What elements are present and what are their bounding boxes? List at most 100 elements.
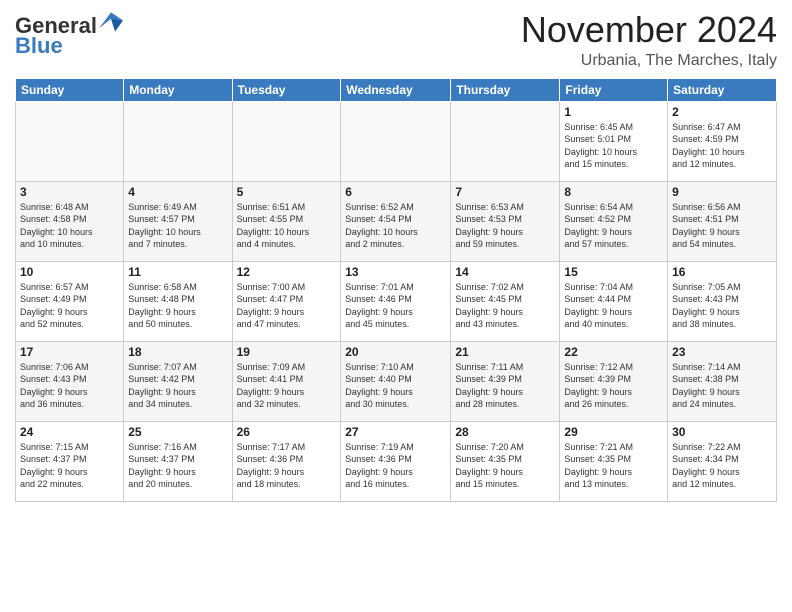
table-row: 19 Sunrise: 7:09 AM Sunset: 4:41 PM Dayli… bbox=[232, 341, 341, 421]
day-number: 9 bbox=[672, 185, 772, 199]
day-info: Sunrise: 7:11 AM Sunset: 4:39 PM Dayligh… bbox=[455, 361, 555, 411]
day-info: Sunrise: 6:51 AM Sunset: 4:55 PM Dayligh… bbox=[237, 201, 337, 251]
day-number: 22 bbox=[564, 345, 663, 359]
logo-icon bbox=[99, 10, 123, 34]
day-number: 29 bbox=[564, 425, 663, 439]
table-row: 5 Sunrise: 6:51 AM Sunset: 4:55 PM Daylig… bbox=[232, 181, 341, 261]
day-info: Sunrise: 7:01 AM Sunset: 4:46 PM Dayligh… bbox=[345, 281, 446, 331]
table-row: 16 Sunrise: 7:05 AM Sunset: 4:43 PM Dayli… bbox=[668, 261, 777, 341]
month-title: November 2024 bbox=[521, 10, 777, 50]
day-info: Sunrise: 6:45 AM Sunset: 5:01 PM Dayligh… bbox=[564, 121, 663, 171]
table-row: 2 Sunrise: 6:47 AM Sunset: 4:59 PM Daylig… bbox=[668, 101, 777, 181]
table-row: 18 Sunrise: 7:07 AM Sunset: 4:42 PM Dayli… bbox=[124, 341, 232, 421]
day-number: 5 bbox=[237, 185, 337, 199]
day-number: 11 bbox=[128, 265, 227, 279]
day-number: 14 bbox=[455, 265, 555, 279]
table-row: 9 Sunrise: 6:56 AM Sunset: 4:51 PM Daylig… bbox=[668, 181, 777, 261]
calendar-week-1: 1 Sunrise: 6:45 AM Sunset: 5:01 PM Daylig… bbox=[16, 101, 777, 181]
header-saturday: Saturday bbox=[668, 78, 777, 101]
day-number: 25 bbox=[128, 425, 227, 439]
logo: General Blue bbox=[15, 14, 123, 58]
table-row: 26 Sunrise: 7:17 AM Sunset: 4:36 PM Dayli… bbox=[232, 421, 341, 501]
day-info: Sunrise: 7:04 AM Sunset: 4:44 PM Dayligh… bbox=[564, 281, 663, 331]
day-info: Sunrise: 7:09 AM Sunset: 4:41 PM Dayligh… bbox=[237, 361, 337, 411]
calendar-week-4: 17Sunrise: 7:06 AM Sunset: 4:43 PM Dayli… bbox=[16, 341, 777, 421]
title-area: November 2024 Urbania, The Marches, Ital… bbox=[521, 10, 777, 70]
table-row bbox=[16, 101, 124, 181]
table-row: 6 Sunrise: 6:52 AM Sunset: 4:54 PM Daylig… bbox=[341, 181, 451, 261]
day-info: Sunrise: 6:56 AM Sunset: 4:51 PM Dayligh… bbox=[672, 201, 772, 251]
table-row: 29 Sunrise: 7:21 AM Sunset: 4:35 PM Dayli… bbox=[560, 421, 668, 501]
calendar-week-5: 24Sunrise: 7:15 AM Sunset: 4:37 PM Dayli… bbox=[16, 421, 777, 501]
day-info: Sunrise: 7:16 AM Sunset: 4:37 PM Dayligh… bbox=[128, 441, 227, 491]
day-number: 30 bbox=[672, 425, 772, 439]
table-row: 4Sunrise: 6:49 AM Sunset: 4:57 PM Daylig… bbox=[124, 181, 232, 261]
day-info: Sunrise: 7:17 AM Sunset: 4:36 PM Dayligh… bbox=[237, 441, 337, 491]
day-number: 16 bbox=[672, 265, 772, 279]
table-row: 14 Sunrise: 7:02 AM Sunset: 4:45 PM Dayli… bbox=[451, 261, 560, 341]
table-row: 12Sunrise: 7:00 AM Sunset: 4:47 PM Dayli… bbox=[232, 261, 341, 341]
day-number: 7 bbox=[455, 185, 555, 199]
table-row: 15Sunrise: 7:04 AM Sunset: 4:44 PM Dayli… bbox=[560, 261, 668, 341]
day-number: 27 bbox=[345, 425, 446, 439]
table-row: 27 Sunrise: 7:19 AM Sunset: 4:36 PM Dayli… bbox=[341, 421, 451, 501]
logo-blue: Blue bbox=[15, 33, 63, 58]
day-info: Sunrise: 7:19 AM Sunset: 4:36 PM Dayligh… bbox=[345, 441, 446, 491]
table-row bbox=[124, 101, 232, 181]
header-monday: Monday bbox=[124, 78, 232, 101]
day-number: 20 bbox=[345, 345, 446, 359]
day-info: Sunrise: 7:14 AM Sunset: 4:38 PM Dayligh… bbox=[672, 361, 772, 411]
day-info: Sunrise: 6:57 AM Sunset: 4:49 PM Dayligh… bbox=[20, 281, 119, 331]
day-info: Sunrise: 6:48 AM Sunset: 4:58 PM Dayligh… bbox=[20, 201, 119, 251]
day-number: 8 bbox=[564, 185, 663, 199]
table-row: 28Sunrise: 7:20 AM Sunset: 4:35 PM Dayli… bbox=[451, 421, 560, 501]
day-number: 21 bbox=[455, 345, 555, 359]
table-row: 7 Sunrise: 6:53 AM Sunset: 4:53 PM Daylig… bbox=[451, 181, 560, 261]
table-row: 3 Sunrise: 6:48 AM Sunset: 4:58 PM Daylig… bbox=[16, 181, 124, 261]
table-row: 1 Sunrise: 6:45 AM Sunset: 5:01 PM Daylig… bbox=[560, 101, 668, 181]
day-info: Sunrise: 7:21 AM Sunset: 4:35 PM Dayligh… bbox=[564, 441, 663, 491]
calendar: Sunday Monday Tuesday Wednesday Thursday… bbox=[15, 78, 777, 502]
day-info: Sunrise: 7:05 AM Sunset: 4:43 PM Dayligh… bbox=[672, 281, 772, 331]
table-row: 25 Sunrise: 7:16 AM Sunset: 4:37 PM Dayli… bbox=[124, 421, 232, 501]
day-info: Sunrise: 6:47 AM Sunset: 4:59 PM Dayligh… bbox=[672, 121, 772, 171]
day-number: 1 bbox=[564, 105, 663, 119]
day-number: 26 bbox=[237, 425, 337, 439]
day-number: 12 bbox=[237, 265, 337, 279]
day-info: Sunrise: 7:22 AM Sunset: 4:34 PM Dayligh… bbox=[672, 441, 772, 491]
day-info: Sunrise: 6:52 AM Sunset: 4:54 PM Dayligh… bbox=[345, 201, 446, 251]
calendar-header-row: Sunday Monday Tuesday Wednesday Thursday… bbox=[16, 78, 777, 101]
calendar-week-3: 10 Sunrise: 6:57 AM Sunset: 4:49 PM Dayli… bbox=[16, 261, 777, 341]
day-info: Sunrise: 7:12 AM Sunset: 4:39 PM Dayligh… bbox=[564, 361, 663, 411]
table-row: 22 Sunrise: 7:12 AM Sunset: 4:39 PM Dayli… bbox=[560, 341, 668, 421]
table-row: 30 Sunrise: 7:22 AM Sunset: 4:34 PM Dayli… bbox=[668, 421, 777, 501]
table-row: 21 Sunrise: 7:11 AM Sunset: 4:39 PM Dayli… bbox=[451, 341, 560, 421]
day-info: Sunrise: 6:53 AM Sunset: 4:53 PM Dayligh… bbox=[455, 201, 555, 251]
day-number: 24 bbox=[20, 425, 119, 439]
day-number: 3 bbox=[20, 185, 119, 199]
table-row bbox=[232, 101, 341, 181]
day-number: 10 bbox=[20, 265, 119, 279]
day-number: 18 bbox=[128, 345, 227, 359]
table-row bbox=[451, 101, 560, 181]
day-number: 17 bbox=[20, 345, 119, 359]
header-friday: Friday bbox=[560, 78, 668, 101]
day-info: Sunrise: 6:49 AM Sunset: 4:57 PM Dayligh… bbox=[128, 201, 227, 251]
day-number: 13 bbox=[345, 265, 446, 279]
header-sunday: Sunday bbox=[16, 78, 124, 101]
day-info: Sunrise: 7:07 AM Sunset: 4:42 PM Dayligh… bbox=[128, 361, 227, 411]
header-thursday: Thursday bbox=[451, 78, 560, 101]
table-row bbox=[341, 101, 451, 181]
table-row: 20 Sunrise: 7:10 AM Sunset: 4:40 PM Dayli… bbox=[341, 341, 451, 421]
day-number: 19 bbox=[237, 345, 337, 359]
table-row: 10 Sunrise: 6:57 AM Sunset: 4:49 PM Dayli… bbox=[16, 261, 124, 341]
table-row: 17Sunrise: 7:06 AM Sunset: 4:43 PM Dayli… bbox=[16, 341, 124, 421]
day-info: Sunrise: 7:10 AM Sunset: 4:40 PM Dayligh… bbox=[345, 361, 446, 411]
header-wednesday: Wednesday bbox=[341, 78, 451, 101]
day-number: 23 bbox=[672, 345, 772, 359]
day-info: Sunrise: 7:02 AM Sunset: 4:45 PM Dayligh… bbox=[455, 281, 555, 331]
location: Urbania, The Marches, Italy bbox=[521, 52, 777, 70]
day-number: 6 bbox=[345, 185, 446, 199]
table-row: 8Sunrise: 6:54 AM Sunset: 4:52 PM Daylig… bbox=[560, 181, 668, 261]
day-number: 2 bbox=[672, 105, 772, 119]
